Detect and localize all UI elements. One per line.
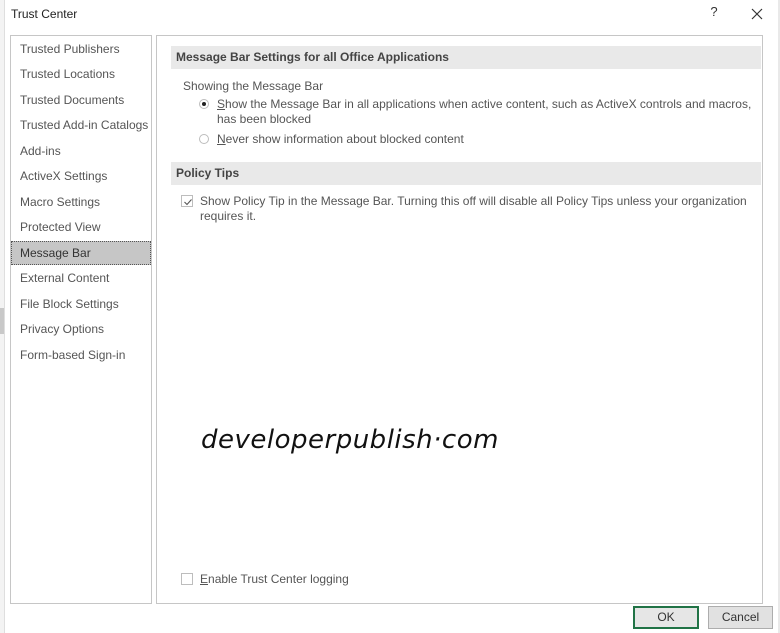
settings-panel: Message Bar Settings for all Office Appl… [156, 35, 763, 604]
radio-button-unchecked[interactable] [199, 134, 209, 144]
sidebar-item-privacy-options[interactable]: Privacy Options [11, 317, 151, 341]
sidebar-item-macro-settings[interactable]: Macro Settings [11, 190, 151, 214]
radio-label-text: ever show information about blocked cont… [225, 132, 464, 146]
sidebar-item-trusted-publishers[interactable]: Trusted Publishers [11, 37, 151, 61]
cancel-button[interactable]: Cancel [708, 606, 773, 629]
dialog-title: Trust Center [11, 7, 78, 21]
radio-show-message-bar[interactable]: Show the Message Bar in all applications… [199, 97, 759, 129]
checkbox-checked[interactable] [181, 195, 193, 207]
sidebar-item-trusted-documents[interactable]: Trusted Documents [11, 88, 151, 112]
background-window-edge [0, 0, 5, 633]
sidebar-item-external-content[interactable]: External Content [11, 266, 151, 290]
help-button[interactable]: ? [706, 4, 722, 24]
section-header-policy-tips: Policy Tips [171, 162, 761, 185]
group-label-showing-message-bar: Showing the Message Bar [183, 79, 324, 93]
accelerator-key: S [217, 97, 226, 111]
sidebar-item-protected-view[interactable]: Protected View [11, 215, 151, 239]
checkbox-label-text: nable Trust Center logging [208, 572, 349, 586]
checkbox-policy-tip[interactable]: Show Policy Tip in the Message Bar. Turn… [181, 194, 761, 226]
watermark-text: developerpublish·com [201, 425, 499, 455]
sidebar-item-trusted-locations[interactable]: Trusted Locations [11, 62, 151, 86]
sidebar-item-message-bar[interactable]: Message Bar [11, 241, 151, 265]
accelerator-key: N [217, 132, 226, 146]
checkbox-label-policy-tip: Show Policy Tip in the Message Bar. Turn… [200, 194, 747, 223]
background-scrollbar-thumb [0, 308, 4, 334]
sidebar-item-file-block-settings[interactable]: File Block Settings [11, 292, 151, 316]
checkbox-label-logging: Enable Trust Center logging [200, 572, 760, 587]
ok-button[interactable]: OK [633, 606, 699, 629]
radio-label-show-message-bar: Show the Message Bar in all applications… [217, 97, 762, 127]
accelerator-key: E [200, 572, 209, 586]
sidebar-item-form-based-sign-in[interactable]: Form-based Sign-in [11, 343, 151, 367]
sidebar-item-trusted-add-in-catalogs[interactable]: Trusted Add-in Catalogs [11, 113, 151, 137]
close-button[interactable] [746, 3, 768, 25]
sidebar-item-add-ins[interactable]: Add-ins [11, 139, 151, 163]
sidebar-nav: Trusted Publishers Trusted Locations Tru… [10, 35, 152, 604]
checkbox-unchecked[interactable] [181, 573, 193, 585]
radio-label-text: how the Message Bar in all applications … [217, 97, 752, 126]
radio-label-never-show: Never show information about blocked con… [217, 132, 762, 147]
section-header-message-bar: Message Bar Settings for all Office Appl… [171, 46, 761, 69]
checkmark-icon [184, 199, 192, 206]
checkbox-enable-logging[interactable]: Enable Trust Center logging [181, 572, 761, 588]
radio-never-show-info[interactable]: Never show information about blocked con… [199, 132, 759, 148]
sidebar-item-activex-settings[interactable]: ActiveX Settings [11, 164, 151, 188]
close-icon [751, 8, 763, 20]
radio-button-checked[interactable] [199, 99, 209, 109]
